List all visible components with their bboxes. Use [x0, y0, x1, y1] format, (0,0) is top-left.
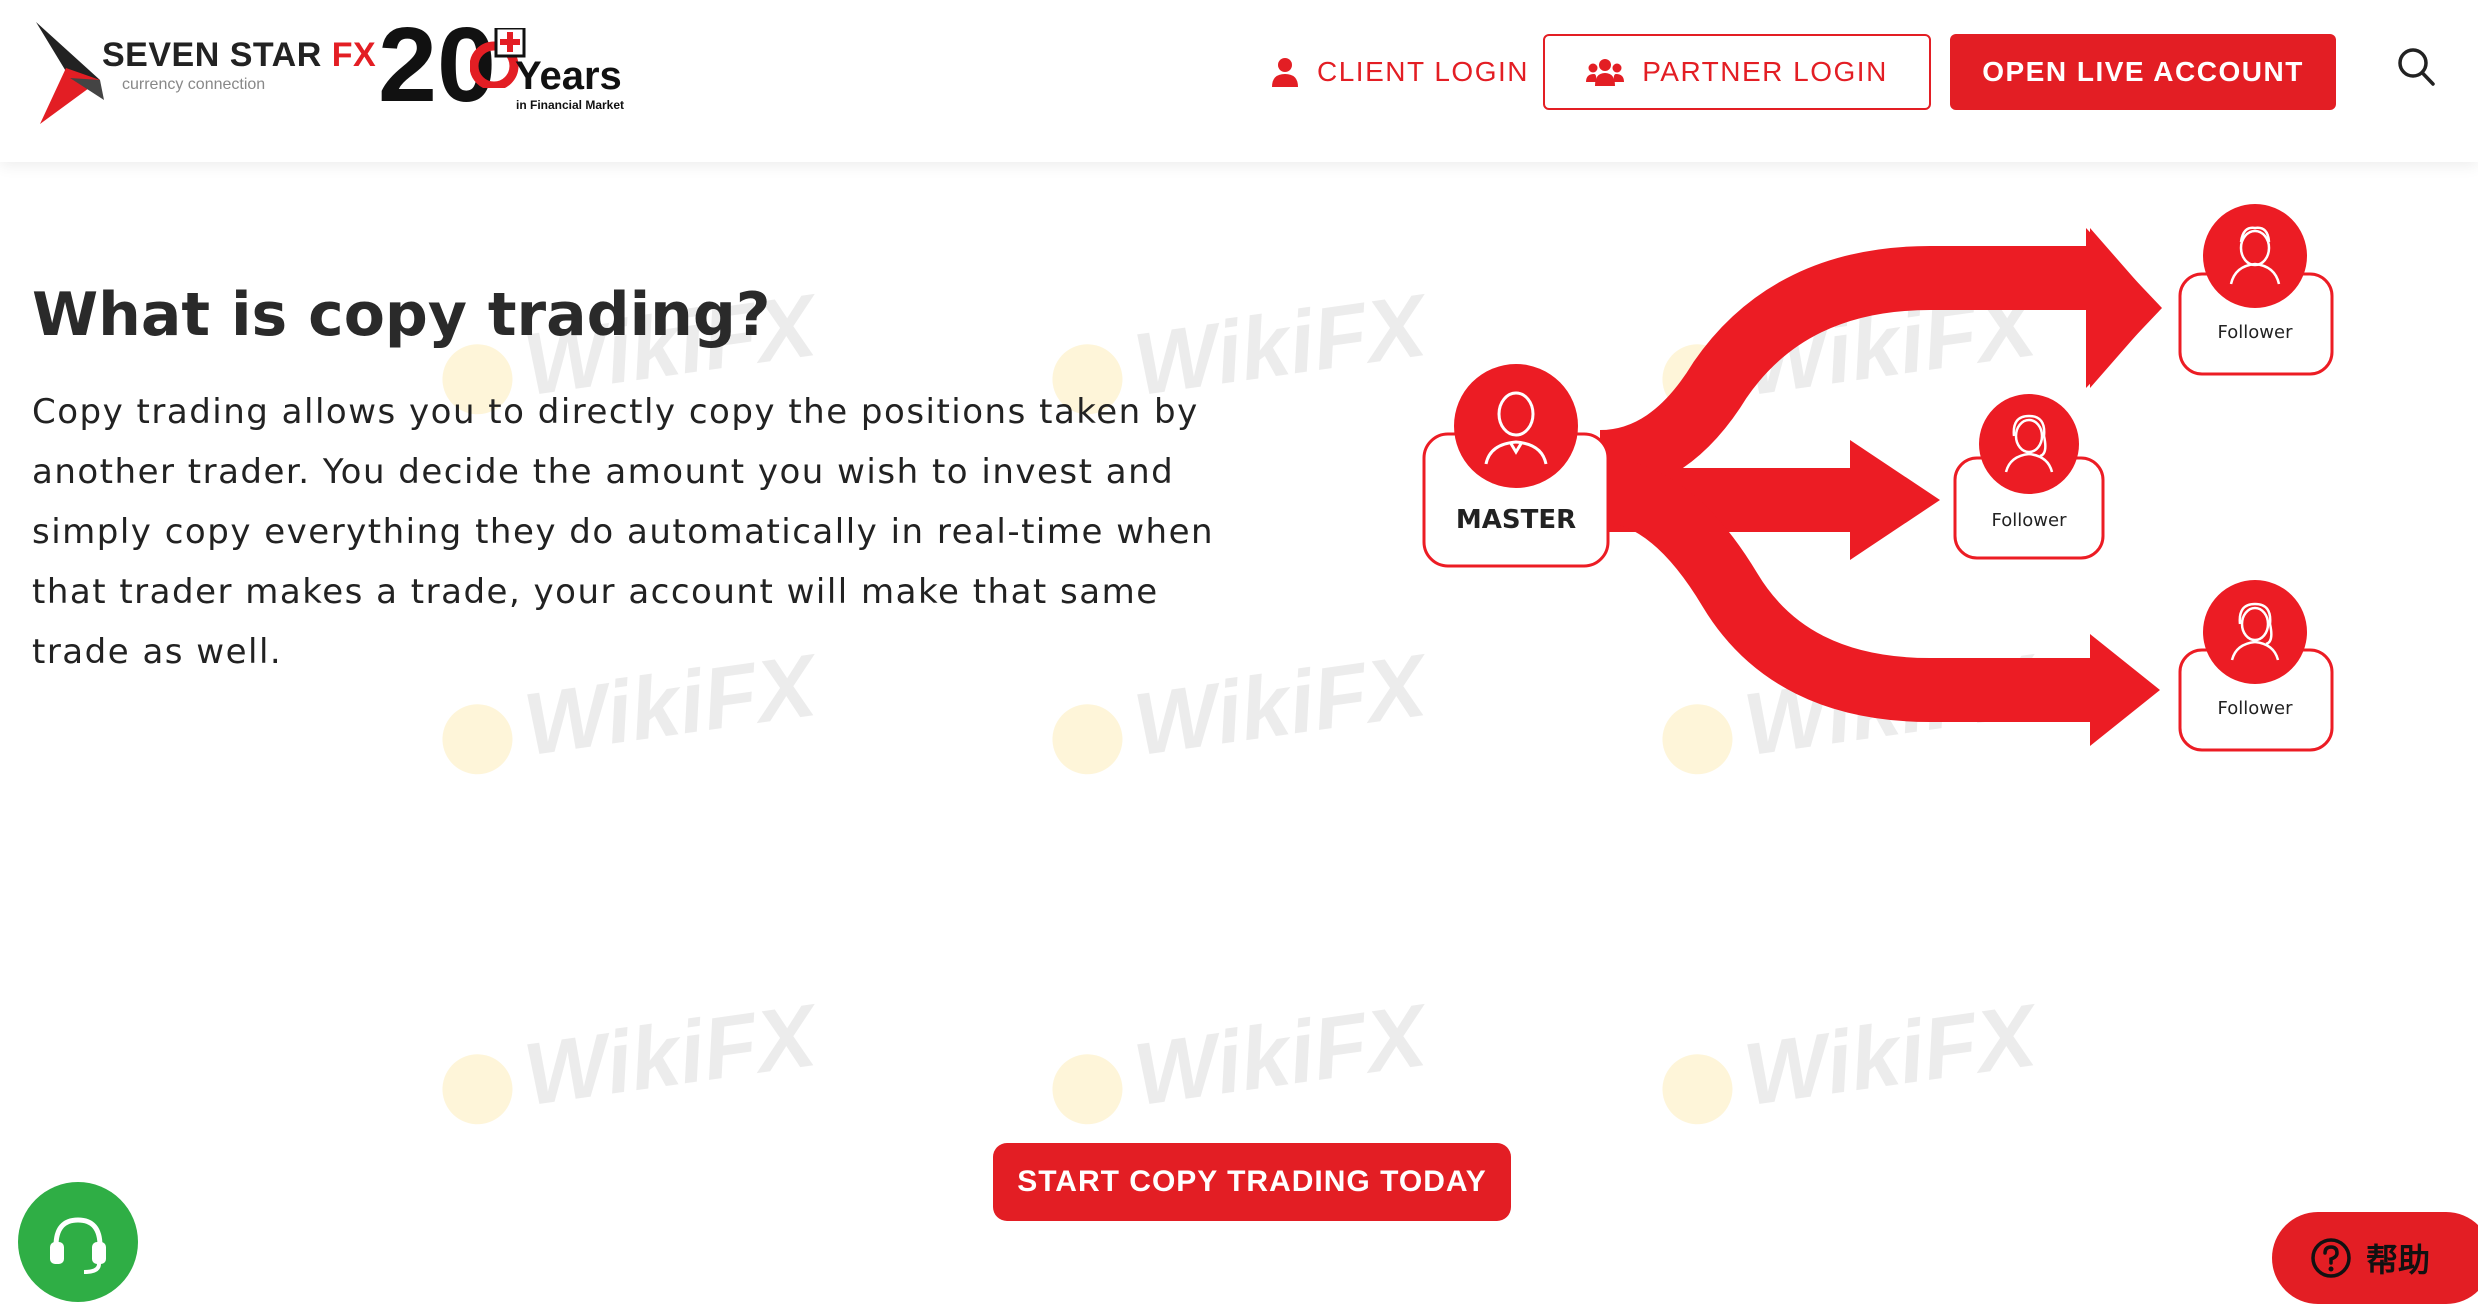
- follower-bottom-label: Follower: [2218, 698, 2294, 719]
- watermark: WikiFX: [435, 984, 822, 1137]
- follower-node-top: Follower: [2178, 204, 2334, 376]
- help-label: 帮助: [2366, 1241, 2431, 1279]
- master-node: MASTER: [1422, 364, 1610, 568]
- partner-login-button[interactable]: PARTNER LOGIN: [1543, 34, 1931, 110]
- anniversary-sub: in Financial Market: [516, 98, 625, 112]
- support-chat-button[interactable]: [18, 1182, 138, 1302]
- open-live-account-button[interactable]: OPEN LIVE ACCOUNT: [1950, 34, 2336, 110]
- follower-top-label: Follower: [2218, 322, 2294, 343]
- help-button[interactable]: 帮助: [2272, 1212, 2478, 1304]
- question-icon: [2311, 1238, 2351, 1278]
- master-label: MASTER: [1456, 505, 1576, 535]
- follower-node-middle: Follower: [1953, 394, 2105, 560]
- follower-node-bottom: Follower: [2178, 580, 2334, 752]
- copy-trading-description: Copy trading allows you to directly copy…: [32, 392, 1215, 672]
- brand-logo[interactable]: SEVEN STAR FX currency connection: [30, 20, 376, 130]
- anniversary-label: Years: [515, 54, 622, 98]
- headset-icon: [50, 1217, 106, 1274]
- watermark: WikiFX: [1655, 984, 2042, 1137]
- brand-tagline: currency connection: [122, 76, 266, 93]
- follower-middle-label: Follower: [1992, 510, 2068, 531]
- copy-trading-diagram: MASTER Follower Follower Follower: [1422, 204, 2334, 752]
- client-login-label: CLIENT LOGIN: [1317, 56, 1529, 87]
- page-title: What is copy trading?: [32, 280, 771, 350]
- client-login-button[interactable]: CLIENT LOGIN: [1260, 34, 1540, 110]
- brand-name: SEVEN STAR FX: [102, 36, 377, 74]
- users-icon: [1586, 59, 1625, 86]
- star-logo-icon: [36, 22, 104, 124]
- watermark: WikiFX: [1045, 984, 1432, 1137]
- site-header: SEVEN STAR FX currency connection 20 Yea…: [0, 0, 2478, 162]
- anniversary-badge: 20 Years in Financial Market: [378, 12, 658, 128]
- search-icon[interactable]: [2396, 46, 2436, 90]
- start-copy-trading-button[interactable]: START COPY TRADING TODAY: [993, 1143, 1511, 1221]
- user-icon: [1272, 58, 1298, 87]
- partner-login-label: PARTNER LOGIN: [1642, 56, 1888, 87]
